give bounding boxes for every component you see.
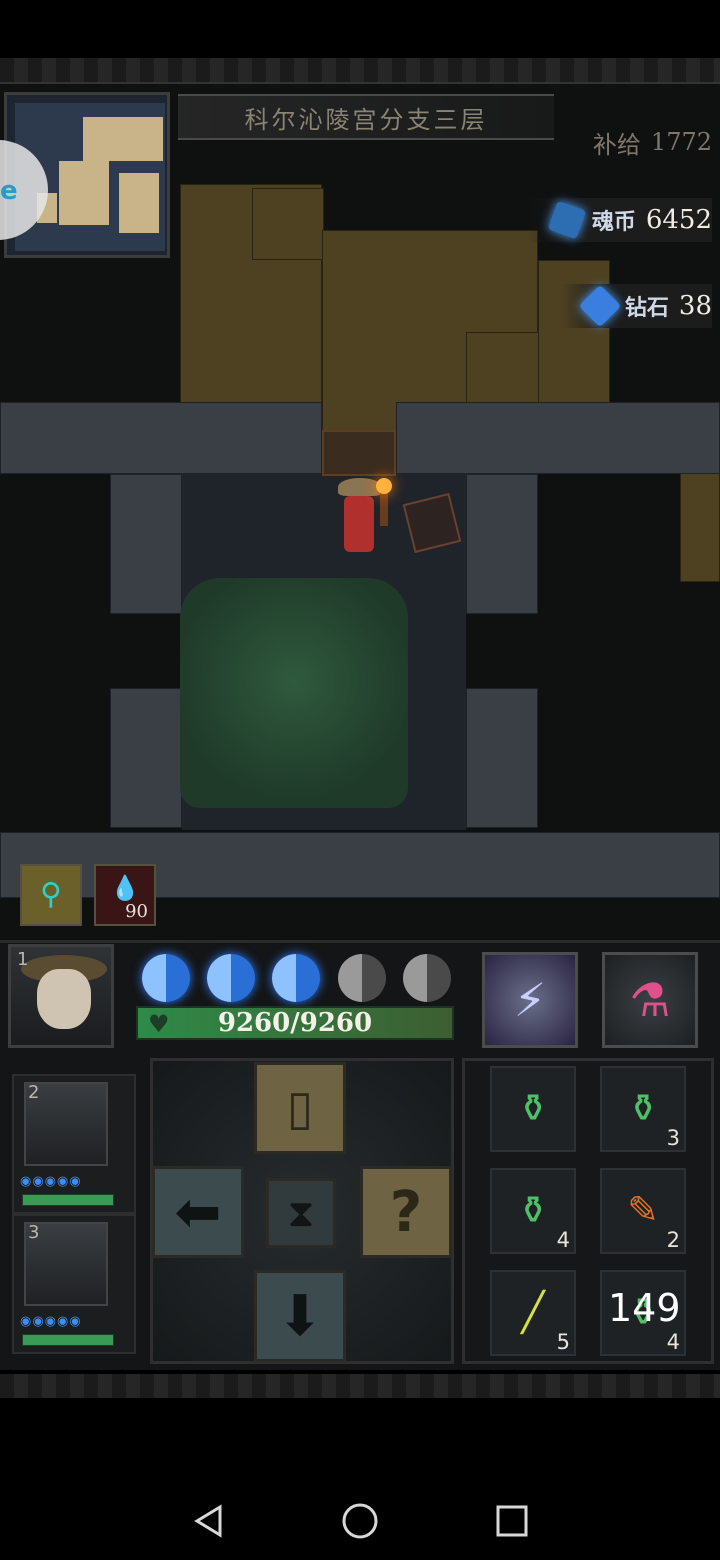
help-button[interactable]: ? xyxy=(360,1166,452,1258)
party-hp-bar xyxy=(22,1194,114,1206)
soul-coin-value: 6452 xyxy=(645,205,712,235)
diamond-counter: 钻石 38 xyxy=(560,284,712,328)
inventory-slot-5[interactable]: ╱ 5 xyxy=(490,1270,576,1356)
soul-coin-counter: 魂币 6452 xyxy=(527,198,712,242)
item-count: 4 xyxy=(556,1228,570,1252)
hp-text: 9260/9260 xyxy=(217,1008,373,1038)
nav-back-button[interactable] xyxy=(184,1496,234,1546)
inventory-slot-4[interactable]: ✎ 2 xyxy=(600,1168,686,1254)
party-energy: ◉◉◉◉◉ xyxy=(20,1314,82,1329)
arrow-down-icon: ⬇ xyxy=(276,1283,324,1349)
party-slot-number: 2 xyxy=(28,1082,40,1103)
wait-button[interactable]: ⧗ xyxy=(266,1178,336,1248)
inventory-slot-2[interactable]: ⚱ 3 xyxy=(600,1066,686,1152)
energy-orb-empty-icon xyxy=(338,954,386,1002)
recent-square-icon xyxy=(496,1505,528,1537)
map-scroll-icon: ⚲ xyxy=(40,877,62,912)
party-hp-bar xyxy=(22,1334,114,1346)
diamond-label: 钻石 xyxy=(624,295,669,321)
stone-wall xyxy=(466,688,538,828)
status-bar xyxy=(0,0,720,58)
sand-floor xyxy=(538,260,610,404)
minimap-room xyxy=(119,173,159,233)
home-circle-icon xyxy=(342,1503,378,1539)
arrow-left-icon: ⬅ xyxy=(174,1179,222,1245)
nav-home-button[interactable] xyxy=(335,1496,385,1546)
door-icon: ▯ xyxy=(286,1080,314,1136)
stone-wall xyxy=(110,688,182,828)
minimap-room xyxy=(83,117,163,161)
blood-count: 90 xyxy=(125,901,148,922)
stone-wall xyxy=(0,402,322,474)
top-border xyxy=(0,58,720,84)
item-count: 2 xyxy=(666,1228,680,1252)
portrait-face xyxy=(37,969,91,1029)
minimap-room xyxy=(59,161,109,225)
energy-orb-empty-icon xyxy=(403,954,451,1002)
energy-orb-filled-icon xyxy=(142,954,190,1002)
party-energy: ◉◉◉◉◉ xyxy=(20,1174,82,1189)
skill-slot-1[interactable]: ⚡ xyxy=(482,952,578,1048)
floor-title: 科尔沁陵宫分支三层 xyxy=(178,94,554,140)
item-count: 4 xyxy=(666,1330,680,1354)
party-member-3[interactable]: 3 ◉◉◉◉◉ xyxy=(12,1214,136,1354)
inventory-slot-1[interactable]: ⚱ xyxy=(490,1066,576,1152)
stone-wall xyxy=(110,474,182,614)
green-potion-bottle-icon: ⚱ xyxy=(517,1086,549,1130)
soul-coin-icon xyxy=(547,200,587,240)
hero-portrait[interactable]: 1 xyxy=(8,944,114,1048)
sand-floor xyxy=(252,188,324,260)
energy-orb-filled-icon xyxy=(207,954,255,1002)
inventory-overlay-number: 149 xyxy=(608,1286,681,1330)
move-left-button[interactable]: ⬅ xyxy=(152,1166,244,1258)
party-slot-number: 3 xyxy=(28,1222,40,1243)
quick-slot-blood[interactable]: 💧 90 xyxy=(94,864,156,926)
nav-recent-button[interactable] xyxy=(487,1496,537,1546)
hero-body xyxy=(344,496,374,552)
doorway[interactable] xyxy=(322,430,396,476)
supply-value: 1772 xyxy=(650,128,712,156)
hero-slot-number: 1 xyxy=(17,949,29,970)
move-down-button[interactable]: ⬇ xyxy=(254,1270,346,1362)
hourglass-icon: ⧗ xyxy=(287,1190,315,1235)
torch-flame-icon xyxy=(376,478,392,494)
party-member-2[interactable]: 2 ◉◉◉◉◉ xyxy=(12,1074,136,1214)
pink-potion-flask-icon: ⚗ xyxy=(629,973,671,1027)
item-count: 5 xyxy=(556,1330,570,1354)
quick-slot-map[interactable]: ⚲ xyxy=(20,864,82,926)
supply-counter: 补给 1772 xyxy=(593,120,712,164)
inventory-slot-3[interactable]: ⚱ 4 xyxy=(490,1168,576,1254)
back-e-icon: e xyxy=(0,176,18,206)
stone-wall xyxy=(466,474,538,614)
hero-character[interactable] xyxy=(332,478,392,562)
grass-patch xyxy=(180,578,408,808)
supply-label: 补给 xyxy=(592,130,641,159)
diamond-icon xyxy=(578,284,622,328)
stone-wall xyxy=(396,402,720,474)
hp-bar: ♥ 9260/9260 xyxy=(136,1006,454,1040)
skill-slot-2[interactable]: ⚗ xyxy=(602,952,698,1048)
door-button[interactable]: ▯ xyxy=(254,1062,346,1154)
item-count: 3 xyxy=(666,1126,680,1150)
question-icon: ? xyxy=(389,1179,423,1245)
diamond-value: 38 xyxy=(678,291,712,321)
bottom-border xyxy=(0,1374,720,1398)
heart-icon: ♥ xyxy=(148,1010,170,1038)
sand-floor xyxy=(680,472,720,582)
energy-orb-filled-icon xyxy=(272,954,320,1002)
lightning-shackle-icon: ⚡ xyxy=(513,973,547,1027)
back-triangle-icon xyxy=(194,1504,222,1538)
soul-coin-label: 魂币 xyxy=(591,209,636,235)
